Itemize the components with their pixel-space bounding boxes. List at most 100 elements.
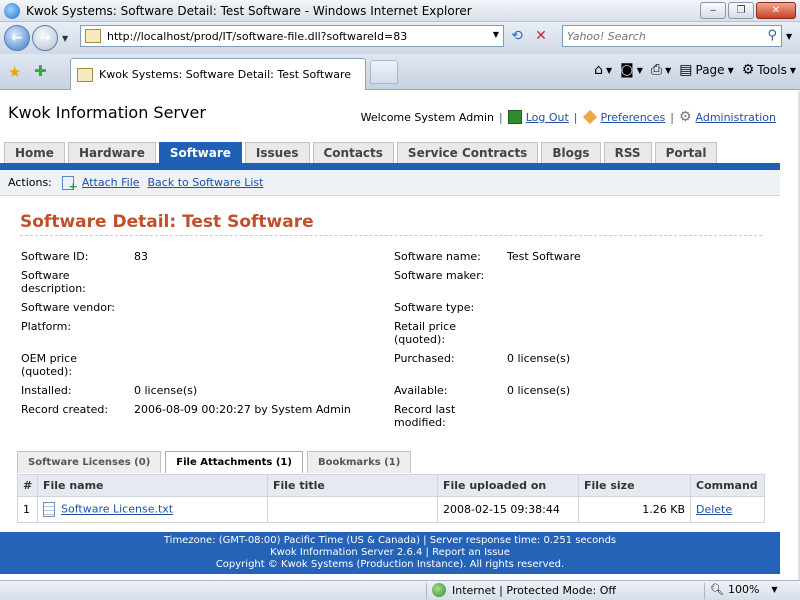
detail-subtabs: Software Licenses (0) File Attachments (…: [17, 451, 412, 473]
table-header-row: # File name File title File uploaded on …: [17, 474, 765, 497]
print-command[interactable]: ⎙ ▼: [651, 62, 671, 78]
software-name-label: Software name:: [394, 250, 481, 263]
tools-menu[interactable]: ⚙ Tools ▼: [742, 62, 796, 78]
file-uploaded-cell: 2008-02-15 09:38:44: [437, 496, 579, 523]
delete-link[interactable]: Delete: [696, 503, 732, 516]
heading-divider: [20, 235, 762, 236]
search-icon[interactable]: ⚲: [767, 28, 777, 43]
preferences-link[interactable]: Preferences: [601, 111, 666, 124]
software-type-label: Software type:: [394, 301, 475, 314]
main-nav: Home Hardware Software Issues Contacts S…: [4, 142, 718, 164]
tab-file-attachments[interactable]: File Attachments (1): [165, 451, 303, 473]
new-tab-button[interactable]: [370, 60, 398, 84]
row-number: 1: [17, 496, 38, 523]
footer-copyright: Copyright © Kwok Systems (Production Ins…: [215, 559, 565, 570]
tab-portal[interactable]: Portal: [654, 142, 718, 164]
footer-version: Kwok Information Server 2.6.4 | Report a…: [270, 547, 510, 558]
back-button[interactable]: ←: [4, 25, 30, 51]
zone-text: Internet | Protected Mode: Off: [452, 583, 616, 597]
tab-rss[interactable]: RSS: [603, 142, 652, 164]
app-title: Kwok Information Server: [8, 103, 206, 122]
url-text: http://localhost/prod/IT/software-file.d…: [107, 29, 408, 43]
window-title: Kwok Systems: Software Detail: Test Soft…: [26, 3, 472, 18]
address-dropdown-icon[interactable]: ▼: [493, 30, 499, 39]
tab-title: Kwok Systems: Software Detail: Test Soft…: [99, 68, 352, 81]
zoom-control[interactable]: 🔍︎ 100% ▼: [710, 583, 778, 596]
page-menu-icon: ▤: [679, 62, 693, 78]
back-to-list-link[interactable]: Back to Software List: [148, 176, 264, 189]
col-size-header: File size: [578, 474, 691, 497]
tab-home[interactable]: Home: [4, 142, 65, 164]
record-last-modified-label: Record last modified:: [394, 403, 456, 429]
refresh-icon[interactable]: ⟲: [508, 27, 526, 45]
tab-blogs[interactable]: Blogs: [541, 142, 601, 164]
window-titlebar: Kwok Systems: Software Detail: Test Soft…: [0, 0, 800, 22]
col-file-title-header: File title: [267, 474, 438, 497]
attach-file-link[interactable]: Attach File: [82, 176, 140, 189]
search-options-dropdown-icon[interactable]: ▼: [786, 32, 792, 41]
favorites-star-icon[interactable]: ★: [8, 63, 21, 81]
tab-page-icon: [77, 67, 93, 82]
tab-software-licenses[interactable]: Software Licenses (0): [17, 451, 162, 473]
minimize-button[interactable]: ‒: [700, 2, 726, 19]
search-box[interactable]: ⚲: [562, 25, 782, 47]
installed-value: 0 license(s): [134, 384, 198, 397]
administration-link[interactable]: Administration: [696, 111, 777, 124]
table-row: 1 Software License.txt 2008-02-15 09:38:…: [17, 496, 765, 523]
page-content: Kwok Information Server Welcome System A…: [0, 91, 800, 580]
tab-issues[interactable]: Issues: [244, 142, 310, 164]
file-attachments-table: # File name File title File uploaded on …: [17, 474, 765, 523]
purchased-value: 0 license(s): [507, 352, 571, 365]
page-footer: Timezone: (GMT-08:00) Pacific Time (US &…: [0, 532, 780, 574]
tab-hardware[interactable]: Hardware: [67, 142, 156, 164]
platform-label: Platform:: [21, 320, 72, 333]
software-id-value: 83: [134, 250, 148, 263]
software-name-value: Test Software: [507, 250, 581, 263]
browser-tab[interactable]: Kwok Systems: Software Detail: Test Soft…: [70, 58, 366, 90]
logout-link[interactable]: Log Out: [526, 111, 569, 124]
close-button[interactable]: ✕: [756, 2, 796, 19]
available-label: Available:: [394, 384, 448, 397]
tab-service-contracts[interactable]: Service Contracts: [396, 142, 539, 164]
tab-bookmarks[interactable]: Bookmarks (1): [306, 451, 412, 473]
tab-software[interactable]: Software: [158, 142, 242, 164]
software-description-label: Software description:: [21, 269, 86, 295]
status-bar: Internet | Protected Mode: Off 🔍︎ 100% ▼: [0, 580, 800, 600]
col-number-header: #: [17, 474, 38, 497]
recent-pages-dropdown[interactable]: ▼: [62, 34, 68, 43]
address-toolbar: ← → ▼ http://localhost/prod/IT/software-…: [0, 22, 800, 54]
actions-label: Actions:: [8, 176, 52, 189]
preferences-icon: [582, 109, 597, 125]
zoom-dropdown-icon[interactable]: ▼: [771, 585, 777, 594]
print-icon: ⎙: [650, 62, 663, 78]
record-created-label: Record created:: [21, 403, 109, 416]
zoom-icon: 🔍︎: [710, 583, 724, 596]
tab-toolbar: ★ ✚ Kwok Systems: Software Detail: Test …: [0, 54, 800, 90]
oem-price-label: OEM price (quoted):: [21, 352, 77, 378]
security-zone[interactable]: Internet | Protected Mode: Off: [432, 583, 616, 597]
command-cell: Delete: [690, 496, 765, 523]
purchased-label: Purchased:: [394, 352, 455, 365]
retail-price-label: Retail price (quoted):: [394, 320, 456, 346]
installed-label: Installed:: [21, 384, 72, 397]
rss-icon: ◙: [620, 62, 634, 78]
feeds-command[interactable]: ◙ ▼: [620, 62, 643, 78]
file-name-link[interactable]: Software License.txt: [61, 503, 173, 516]
home-command[interactable]: ⌂ ▼: [594, 62, 612, 78]
window-controls: ‒ ❐ ✕: [700, 2, 796, 19]
search-input[interactable]: [567, 29, 747, 43]
tab-contacts[interactable]: Contacts: [312, 142, 394, 164]
record-created-value: 2006-08-09 00:20:27 by System Admin: [134, 403, 351, 416]
logout-icon: [507, 110, 522, 124]
col-uploaded-header: File uploaded on: [437, 474, 579, 497]
software-vendor-label: Software vendor:: [21, 301, 115, 314]
welcome-text: Welcome System Admin: [360, 110, 494, 124]
file-title-cell: [267, 496, 438, 523]
forward-button[interactable]: →: [32, 25, 58, 51]
globe-icon: [432, 583, 446, 597]
page-menu[interactable]: ▤ Page ▼: [679, 62, 733, 78]
address-input[interactable]: http://localhost/prod/IT/software-file.d…: [80, 25, 504, 47]
add-favorites-icon[interactable]: ✚: [34, 62, 47, 80]
stop-icon[interactable]: ✕: [532, 27, 550, 45]
maximize-button[interactable]: ❐: [728, 2, 754, 19]
